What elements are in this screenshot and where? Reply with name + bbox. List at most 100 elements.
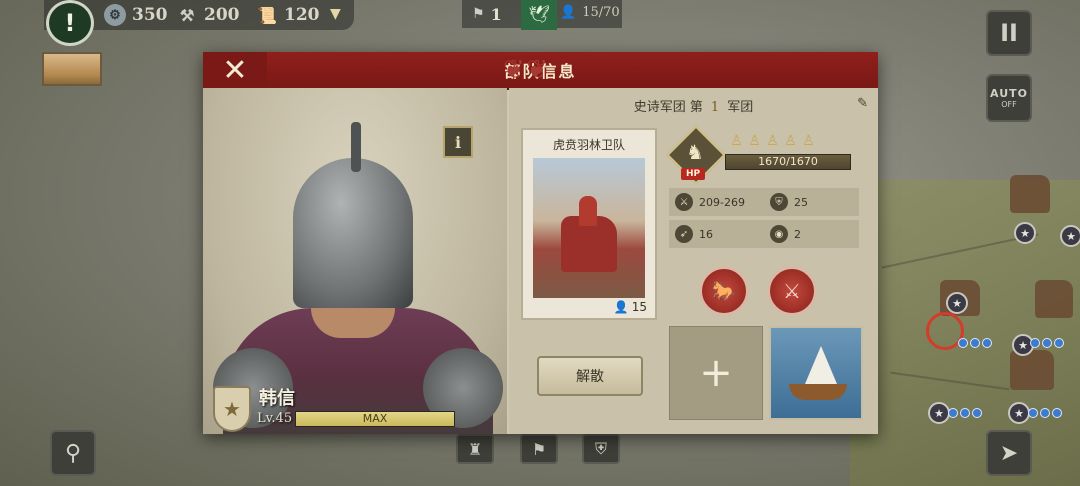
move-icon: ➤ [999, 440, 1019, 466]
info-icon: i [454, 132, 462, 152]
stat-vision: ◉ 2 [764, 225, 859, 243]
speed-icon: ➶ [675, 225, 693, 243]
person-icon: 👤 [560, 5, 577, 20]
army-prefix: 史诗军团 第 [633, 100, 703, 115]
helmet-plume [351, 122, 361, 172]
army-label: 史诗军团 第 1 军团 [509, 96, 878, 115]
resource-silver-value: 350 [132, 5, 168, 25]
unit-info-dialog: ❦ 部队信息 ❦ ✕ i ★ 韩信 Lv.45 MAX 史诗军团 第 1 军团 ✎ … [203, 52, 878, 434]
map-action-button[interactable]: ➤ [986, 430, 1032, 476]
pause-button[interactable]: II [986, 10, 1032, 56]
unit-panel: 史诗军团 第 1 军团 ✎ 虎贲羽林卫队 👤 15 ♞ HP ♙ ♙ ♙ ♙ ♙ 1670/… [509, 88, 878, 434]
scroll-icon: 📜 [257, 5, 277, 25]
diplomacy-button[interactable]: 🕊 [521, 0, 557, 30]
bottom-action-button[interactable]: ⛨ [582, 434, 620, 464]
defense-icon: ⛨ [770, 193, 788, 211]
auto-label: AUTO [990, 87, 1028, 100]
skill-charge[interactable]: 🐎 [699, 266, 749, 316]
resource-materials: ⚒ 200 [176, 4, 240, 26]
guard-icon: ⚔ [783, 279, 801, 303]
fort-icon: ♜ [467, 439, 483, 459]
skill-guard[interactable]: ⚔ [767, 266, 817, 316]
stat-attack: ⚔ 209-269 [669, 193, 764, 211]
resource-silver: ⚙ 350 [104, 4, 168, 26]
bottom-action-button[interactable]: ⚑ [520, 434, 558, 464]
info-button[interactable]: i [443, 126, 473, 158]
experience-bar: MAX [295, 411, 455, 427]
dialog-header: ❦ 部队信息 ❦ [203, 52, 878, 90]
banner-icon: ⚑ [472, 6, 485, 22]
population-display: 👤 15/70 [560, 5, 620, 20]
stat-speed-value: 16 [699, 227, 713, 241]
shield-icon: ⛨ [594, 439, 607, 458]
army-number: 1 [710, 100, 720, 115]
unit-card[interactable]: 虎贲羽林卫队 👤 15 [521, 128, 657, 320]
alert-button[interactable]: ! [46, 0, 94, 46]
experience-label: MAX [362, 412, 388, 425]
unit-count-value: 15 [631, 300, 647, 314]
ship-slot[interactable] [769, 326, 863, 420]
laurel-right-icon: ❦ [526, 55, 548, 85]
unit-strength-dots [958, 338, 992, 348]
rank-helmet-icon: ♙ [748, 133, 761, 149]
dove-icon: 🕊 [528, 5, 550, 25]
laurel-left-icon: ❦ [503, 55, 525, 85]
unit-marker[interactable]: ★ [1060, 225, 1080, 247]
scroll-menu-button[interactable]: ⚲ [50, 430, 96, 476]
disband-button[interactable]: 解散 [537, 356, 643, 396]
ship-hull [789, 384, 847, 400]
auto-battle-button[interactable]: AUTO OFF [986, 74, 1032, 122]
unit-marker[interactable]: ★ [1008, 402, 1030, 424]
knight-icon: ♞ [686, 140, 704, 164]
edit-icon[interactable]: ✎ [857, 96, 868, 111]
unit-star-rating: ♙ ♙ ♙ ♙ ♙ [729, 132, 816, 150]
enemy-cavalry[interactable] [1010, 350, 1054, 390]
attack-icon: ⚔ [675, 193, 693, 211]
unit-artwork [533, 158, 645, 298]
rank-helmet-icon: ♙ [802, 133, 815, 149]
hp-bar: 1670/1670 [725, 154, 851, 170]
map-terrain [850, 180, 1080, 486]
unit-strength-dots [1028, 408, 1062, 418]
person-icon: 👤 [613, 300, 629, 314]
chevron-down-icon[interactable]: ▼ [330, 6, 341, 22]
general-level: Lv.45 [257, 411, 293, 426]
general-helmet [293, 158, 413, 308]
unit-marker[interactable]: ★ [1014, 222, 1036, 244]
resource-scrolls-value: 120 [284, 5, 320, 25]
armored-rider [579, 196, 597, 226]
resource-materials-value: 200 [204, 5, 240, 25]
enemy-cavalry[interactable] [1035, 280, 1073, 318]
unit-marker[interactable]: ★ [946, 292, 968, 314]
unit-name: 虎贲羽林卫队 [552, 138, 625, 152]
charge-icon: 🐎 [711, 279, 737, 303]
auto-state-label: OFF [1001, 100, 1017, 109]
unit-strength-dots [1030, 338, 1064, 348]
population-value: 15/70 [582, 5, 620, 20]
close-button[interactable]: ✕ [203, 52, 267, 88]
general-portrait: i ★ 韩信 Lv.45 MAX [203, 88, 507, 434]
star-icon: ★ [223, 397, 241, 421]
tribute-value: 1 [490, 4, 502, 24]
enemy-cavalry[interactable] [1010, 175, 1050, 213]
add-unit-slot[interactable]: + [669, 326, 763, 420]
stat-row-offense: ⚔ 209-269 ⛨ 25 [669, 188, 859, 216]
vision-icon: ◉ [770, 225, 788, 243]
general-rank-badge: ★ [213, 386, 251, 432]
bottom-action-button[interactable]: ♜ [456, 434, 494, 464]
hp-value: 1670/1670 [758, 155, 818, 168]
unit-marker[interactable]: ★ [928, 402, 950, 424]
unit-count: 👤 15 [614, 300, 647, 314]
scroll-icon: ⚲ [64, 440, 82, 466]
anvil-icon: ⚒ [179, 5, 195, 25]
army-suffix: 军团 [727, 100, 754, 115]
resource-scrolls: 📜 120 [256, 4, 320, 26]
unit-strength-dots [948, 408, 982, 418]
silver-coin-icon: ⚙ [104, 4, 126, 26]
ship-sail [805, 346, 837, 384]
stat-attack-value: 209-269 [699, 195, 745, 209]
rank-helmet-icon: ♙ [730, 133, 743, 149]
rank-helmet-icon: ♙ [766, 133, 779, 149]
hp-tag: HP [681, 168, 706, 180]
city-thumbnail[interactable] [42, 52, 102, 86]
